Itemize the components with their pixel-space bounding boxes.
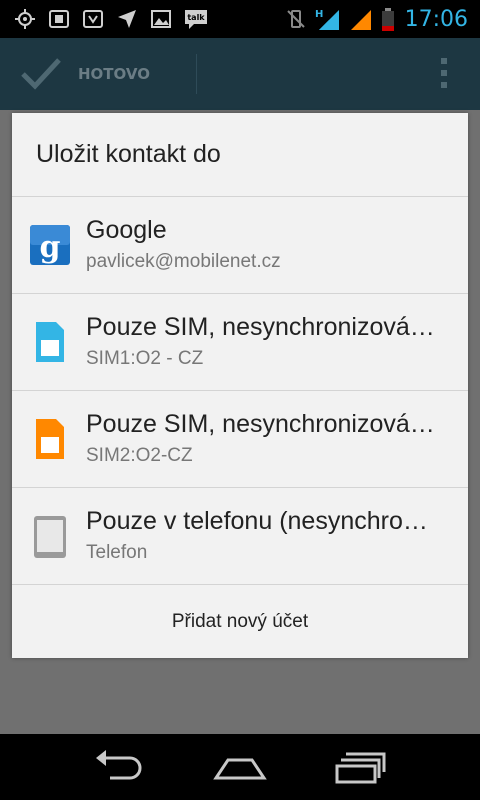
account-item-sim2[interactable]: Pouze SIM, nesynchronizová… SIM2:O2-CZ	[12, 391, 468, 488]
account-detail: Telefon	[86, 542, 148, 563]
account-detail: pavlicek@mobilenet.cz	[86, 251, 281, 272]
account-name: Pouze SIM, nesynchronizová…	[86, 410, 435, 438]
action-bar-divider	[196, 54, 197, 94]
phone-device-icon	[26, 512, 74, 560]
overflow-menu-icon[interactable]	[440, 58, 448, 92]
add-account-button[interactable]: Přidat nový účet	[12, 585, 468, 658]
signal-icon-2	[349, 8, 373, 30]
account-item-sim1[interactable]: Pouze SIM, nesynchronizová… SIM1:O2 - CZ	[12, 294, 468, 391]
back-icon[interactable]	[92, 748, 148, 786]
sim-card-orange-icon	[26, 415, 74, 463]
account-detail: SIM1:O2 - CZ	[86, 348, 204, 369]
account-item-phone[interactable]: Pouze v telefonu (nesynchro… Telefon	[12, 488, 468, 585]
home-icon[interactable]	[212, 748, 268, 786]
mute-vibrate-icon	[285, 8, 307, 30]
account-name: Pouze v telefonu (nesynchro…	[86, 507, 428, 535]
dialog-title: Uložit kontakt do	[12, 113, 468, 197]
talk-label: talk	[187, 13, 205, 22]
battery-icon	[381, 8, 395, 31]
status-bar: talk H 17:06	[0, 0, 480, 38]
screenshot-icon	[48, 8, 70, 30]
save-contact-dialog: Uložit kontakt do g Google pavlicek@mobi…	[12, 113, 468, 658]
done-label: HOTOVO	[78, 65, 150, 83]
account-detail: SIM2:O2-CZ	[86, 445, 193, 466]
talk-icon: talk	[184, 8, 207, 30]
signal-icon: H	[315, 8, 341, 30]
svg-text:g: g	[40, 230, 61, 265]
sim-card-blue-icon	[26, 318, 74, 366]
location-arrow-icon	[116, 8, 138, 30]
navigation-bar	[0, 734, 480, 800]
clock: 17:06	[404, 6, 468, 32]
account-item-google[interactable]: g Google pavlicek@mobilenet.cz	[12, 197, 468, 294]
action-bar: HOTOVO	[0, 38, 480, 110]
google-g-icon: g	[26, 221, 74, 269]
gallery-icon	[150, 8, 172, 30]
account-name: Pouze SIM, nesynchronizová…	[86, 313, 435, 341]
network-type: H	[315, 9, 323, 20]
recent-apps-icon[interactable]	[334, 748, 390, 786]
notification-icons: talk	[0, 8, 218, 30]
account-name: Google	[86, 216, 167, 244]
screen: talk H 17:06 HOTOVO Uložit kontakt do g …	[0, 0, 480, 800]
shield-notification-icon	[82, 8, 104, 30]
system-icons: H 17:06	[277, 7, 480, 32]
checkmark-icon	[20, 56, 62, 92]
done-button[interactable]: HOTOVO	[0, 38, 176, 110]
gps-icon	[14, 8, 36, 30]
